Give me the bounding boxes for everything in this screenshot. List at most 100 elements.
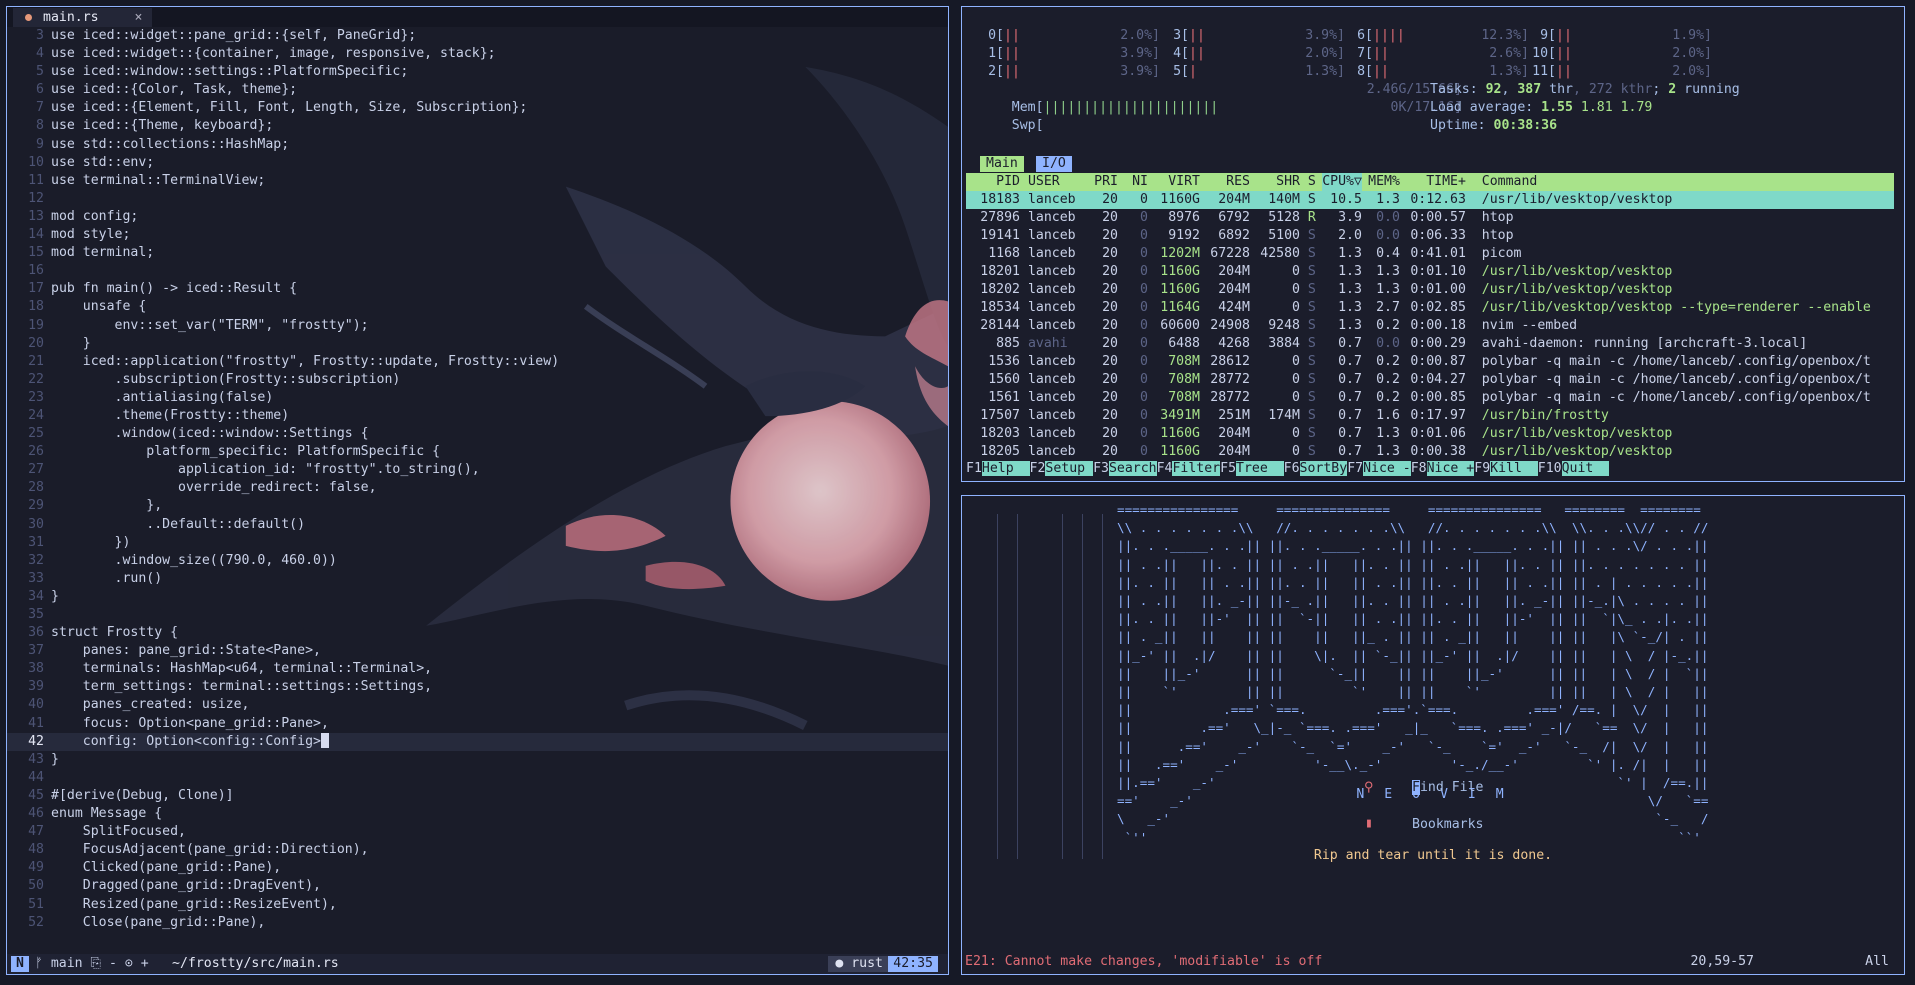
process-row[interactable]: 1560 lanceb 20 0 708M 28772 0 S 0.7 0.2 0:04.27 … [966, 371, 1894, 389]
process-row[interactable]: 1168 lanceb 20 0 1202M 67228 42580 S 1.3 0.4 0:4… [966, 245, 1894, 263]
code-line[interactable]: 42 config: Option<config::Config> [7, 732, 948, 751]
code-line[interactable]: 34} [7, 588, 948, 606]
process-row[interactable]: 1561 lanceb 20 0 708M 28772 0 S 0.7 0.2 0:00.85 … [966, 389, 1894, 407]
code-line[interactable]: 43} [7, 751, 948, 769]
col-virt[interactable]: VIRT [1148, 173, 1200, 191]
code-line[interactable]: 10 use std::env; [7, 154, 948, 172]
fkey-label[interactable]: SortBy [1299, 461, 1348, 476]
col-shr[interactable]: SHR [1250, 173, 1300, 191]
code-line[interactable]: 23 .antialiasing(false) [7, 389, 948, 407]
fkey-label[interactable]: Search [1108, 461, 1157, 476]
fkey-f6[interactable]: F6 [1284, 461, 1300, 476]
code-line[interactable]: 20 } [7, 335, 948, 353]
find-file-item[interactable]: Find File [1412, 779, 1483, 797]
col-ni[interactable]: NI [1118, 173, 1148, 191]
bookmarks-item[interactable]: Bookmarks [1412, 816, 1483, 834]
col-user[interactable]: USER [1028, 173, 1094, 191]
code-line[interactable]: 14 mod style; [7, 226, 948, 244]
fkey-f2[interactable]: F2 [1030, 461, 1046, 476]
tab-io[interactable]: I/O [1036, 156, 1072, 172]
fkey-f1[interactable]: F1 [966, 461, 982, 476]
code-line[interactable]: 47 SplitFocused, [7, 823, 948, 841]
close-icon[interactable]: × [135, 10, 143, 25]
code-line[interactable]: 33 .run() [7, 570, 948, 588]
fkey-label[interactable]: Filter [1172, 461, 1221, 476]
fkey-label[interactable]: Help [981, 461, 1030, 476]
code-line[interactable]: 40 panes_created: usize, [7, 696, 948, 714]
code-line[interactable]: 12 [7, 190, 948, 208]
process-row[interactable]: 18205 lanceb 20 0 1160G 204M 0 S 0.7 1.3 0:00.38… [966, 443, 1894, 461]
code-line[interactable]: 16 [7, 262, 948, 280]
fkey-label[interactable]: Setup [1045, 461, 1094, 476]
fkey-f9[interactable]: F9 [1474, 461, 1490, 476]
col-cpu[interactable]: CPU%▽ [1321, 173, 1362, 191]
fkey-f3[interactable]: F3 [1093, 461, 1109, 476]
code-line[interactable]: 8 use iced::{Theme, keyboard}; [7, 117, 948, 135]
process-row[interactable]: 18202 lanceb 20 0 1160G 204M 0 S 1.3 1.3 0:01.00… [966, 281, 1894, 299]
code-line[interactable]: 11 use terminal::TerminalView; [7, 172, 948, 190]
code-line[interactable]: 26 platform_specific: PlatformSpecific { [7, 443, 948, 461]
fkey-label[interactable]: Nice - [1363, 461, 1411, 476]
fkey-f5[interactable]: F5 [1220, 461, 1236, 476]
code-line[interactable]: 5 use iced::window::settings::PlatformSpe… [7, 63, 948, 81]
code-line[interactable]: 21 iced::application("frostty", Frostty:… [7, 353, 948, 371]
col-command[interactable]: Command [1482, 173, 1538, 191]
code-line[interactable]: 6 use iced::{Color, Task, theme}; [7, 81, 948, 99]
code-area[interactable]: 3 use iced::widget::pane_grid::{self, Pan… [7, 27, 948, 932]
code-line[interactable]: 37 panes: pane_grid::State<Pane>, [7, 642, 948, 660]
code-line[interactable]: 48 FocusAdjacent(pane_grid::Direction), [7, 841, 948, 859]
code-line[interactable]: 17 pub fn main() -> iced::Result { [7, 280, 948, 298]
code-line[interactable]: 50 Dragged(pane_grid::DragEvent), [7, 877, 948, 895]
fkey-f10[interactable]: F10 [1538, 461, 1562, 476]
code-line[interactable]: 52 Close(pane_grid::Pane), [7, 914, 948, 932]
code-line[interactable]: 29 }, [7, 497, 948, 515]
code-line[interactable]: 38 terminals: HashMap<u64, terminal::Ter… [7, 660, 948, 678]
fkey-f4[interactable]: F4 [1157, 461, 1173, 476]
code-line[interactable]: 4 use iced::widget::{container, image, re… [7, 45, 948, 63]
col-time[interactable]: TIME+ [1400, 173, 1466, 191]
code-line[interactable]: 3 use iced::widget::pane_grid::{self, Pan… [7, 27, 948, 45]
htop-pane[interactable]: 0[|| 2.0%] 1[|| 3.9%] 2[|| 3.9%] 3[|| 3.9%] 4[||… [961, 6, 1905, 482]
code-line[interactable]: 49 Clicked(pane_grid::Pane), [7, 859, 948, 877]
fkey-label[interactable]: Tree [1236, 461, 1284, 476]
process-row[interactable]: 885 avahi 20 0 6488 4268 3884 S 0.7 0.0 0:00.29 … [966, 335, 1894, 353]
code-line[interactable]: 24 .theme(Frostty::theme) [7, 407, 948, 425]
col-res[interactable]: RES [1200, 173, 1250, 191]
process-row[interactable]: 18534 lanceb 20 0 1164G 424M 0 S 1.3 2.7 0:02.85… [966, 299, 1894, 317]
code-line[interactable]: 19 env::set_var("TERM", "frostty"); [7, 317, 948, 335]
dashboard-pane[interactable]: ================ =============== =======… [961, 495, 1905, 975]
process-row[interactable]: 1536 lanceb 20 0 708M 28612 0 S 0.7 0.2 0:00.87 … [966, 353, 1894, 371]
fkey-label[interactable]: Nice + [1426, 461, 1475, 476]
process-row[interactable]: 18183 lanceb 20 0 1160G 204M 140M S 10.5 1.3 0:1… [966, 191, 1894, 209]
process-row[interactable]: 19141 lanceb 20 0 9192 6892 5100 S 2.0 0.0 0:06.… [966, 227, 1894, 245]
code-line[interactable]: 7 use iced::{Element, Fill, Font, Length,… [7, 99, 948, 117]
code-line[interactable]: 51 Resized(pane_grid::ResizeEvent), [7, 896, 948, 914]
code-line[interactable]: 41 focus: Option<pane_grid::Pane>, [7, 715, 948, 733]
code-line[interactable]: 46 enum Message { [7, 805, 948, 823]
process-row[interactable]: 17507 lanceb 20 0 3491M 251M 174M S 0.7 1.6 0:17… [966, 407, 1894, 425]
code-line[interactable]: 27 application_id: "frostty".to_string()… [7, 461, 948, 479]
process-row[interactable]: 18203 lanceb 20 0 1160G 204M 0 S 0.7 1.3 0:01.06… [966, 425, 1894, 443]
col-s[interactable]: S [1308, 173, 1322, 191]
code-line[interactable]: 25 .window(iced::window::Settings { [7, 425, 948, 443]
code-line[interactable]: 45 #[derive(Debug, Clone)] [7, 787, 948, 805]
process-row[interactable]: 27896 lanceb 20 0 8976 6792 5128 R 3.9 0.0 0:00.… [966, 209, 1894, 227]
code-line[interactable]: 39 term_settings: terminal::settings::Se… [7, 678, 948, 696]
col-mem[interactable]: MEM% [1362, 173, 1400, 191]
process-row[interactable]: 28144 lanceb 20 0 60600 24908 9248 S 1.3 0.2 0:0… [966, 317, 1894, 335]
fkey-f7[interactable]: F7 [1347, 461, 1363, 476]
code-line[interactable]: 9 use std::collections::HashMap; [7, 136, 948, 154]
fkey-label[interactable]: Quit [1561, 461, 1610, 476]
process-row[interactable]: 18201 lanceb 20 0 1160G 204M 0 S 1.3 1.3 0:01.10… [966, 263, 1894, 281]
code-line[interactable]: 18 unsafe { [7, 298, 948, 316]
code-line[interactable]: 32 .window_size((790.0, 460.0)) [7, 552, 948, 570]
fkey-label[interactable]: Kill [1490, 461, 1538, 476]
code-line[interactable]: 22 .subscription(Frostty::subscription) [7, 371, 948, 389]
tab-main[interactable]: Main [980, 156, 1024, 172]
code-line[interactable]: 35 [7, 606, 948, 624]
col-pid[interactable]: PID [966, 173, 1020, 191]
col-pri[interactable]: PRI [1094, 173, 1118, 191]
code-line[interactable]: 13 mod config; [7, 208, 948, 226]
editor-pane[interactable]: main.rs × 3 use iced::widget::pane_grid::… [6, 6, 949, 975]
code-line[interactable]: 30 ..Default::default() [7, 516, 948, 534]
